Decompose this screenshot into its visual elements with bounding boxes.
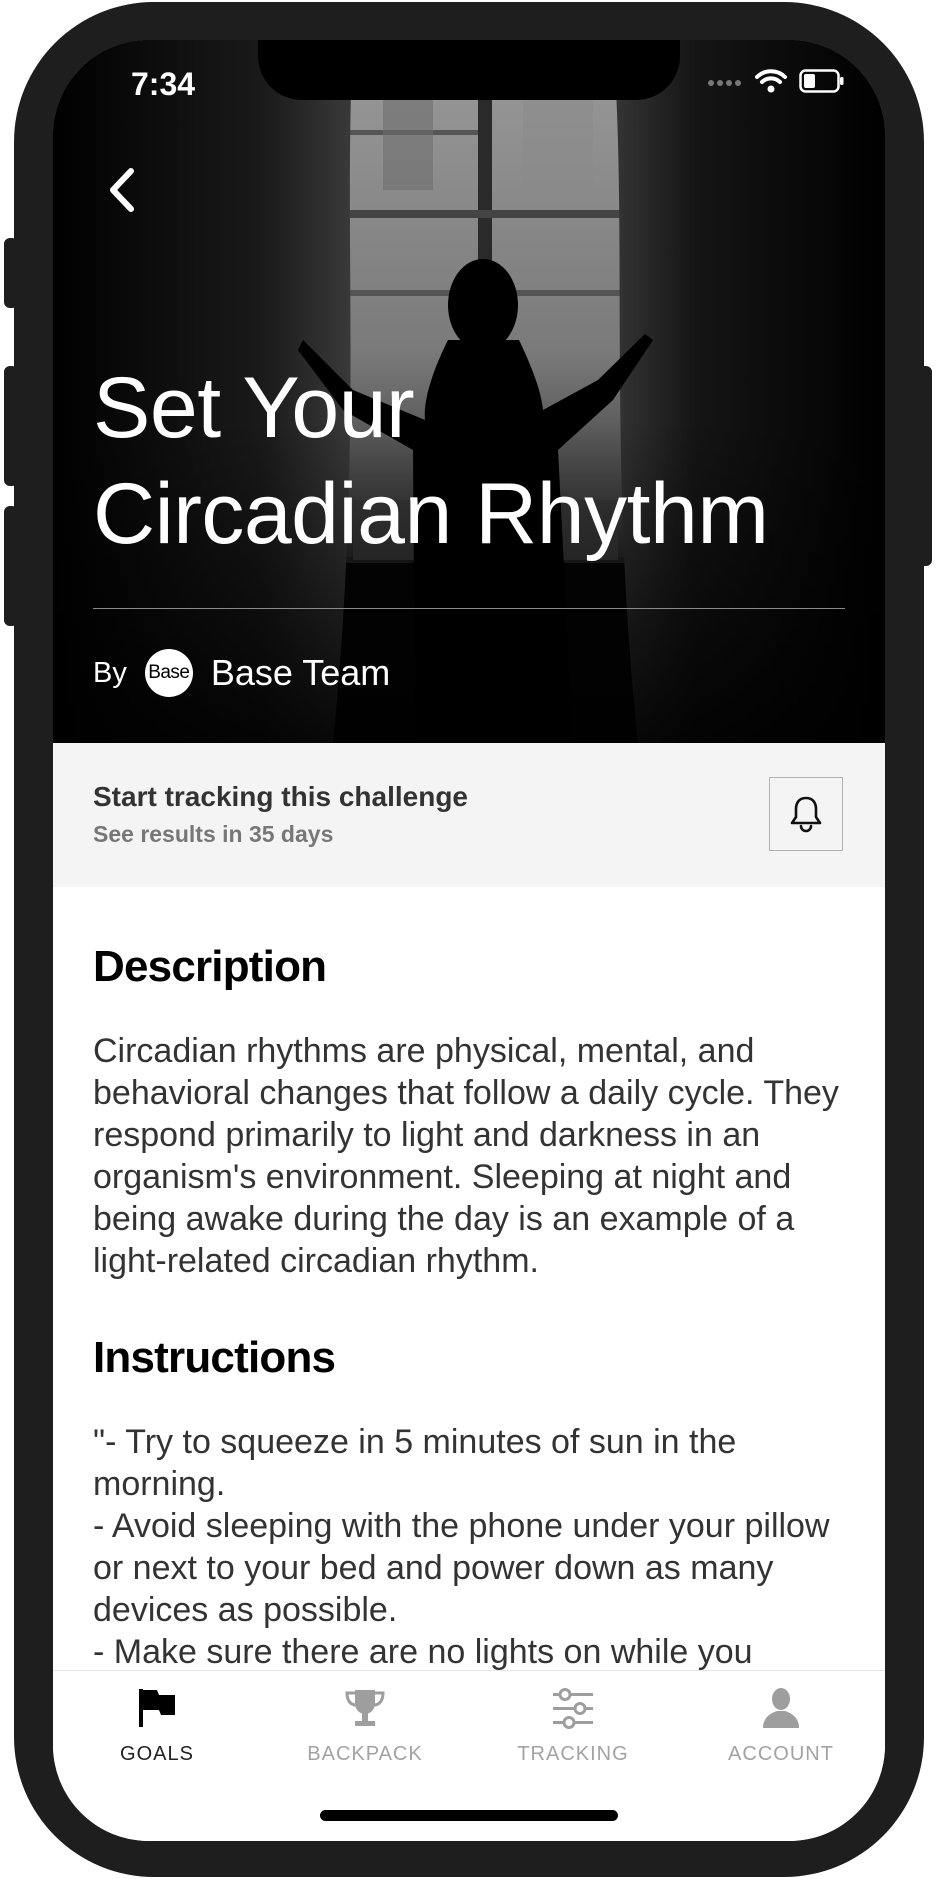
bell-icon: [790, 796, 822, 833]
author-name: Base Team: [210, 652, 391, 693]
nav-goals[interactable]: GOALS: [53, 1671, 261, 1791]
page-title: Set Your Circadian Rhythm: [93, 355, 853, 567]
description-body: Circadian rhythms are physical, mental, …: [93, 1032, 839, 1280]
divider: [93, 608, 845, 609]
hero-banner: 7:34 Set Your Circadian Rhythm By Base B…: [53, 40, 885, 743]
person-icon: [759, 1683, 803, 1733]
status-time: 7:34: [131, 66, 196, 102]
chevron-left-icon: [110, 168, 134, 212]
tracking-banner: Start tracking this challenge See result…: [53, 743, 885, 887]
nav-account[interactable]: ACCOUNT: [677, 1671, 885, 1791]
sliders-icon: [551, 1683, 595, 1733]
flag-icon: [135, 1683, 179, 1733]
instructions-body: "- Try to squeeze in 5 minutes of sun in…: [93, 1423, 830, 1671]
battery-icon: [799, 69, 845, 98]
nav-label: ACCOUNT: [728, 1743, 834, 1765]
wifi-icon: [755, 68, 787, 99]
nav-backpack[interactable]: BACKPACK: [261, 1671, 469, 1791]
tracking-subtitle: See results in 35 days: [93, 821, 334, 847]
tracking-title: Start tracking this challenge: [93, 781, 468, 812]
app-screen: 7:34 Set Your Circadian Rhythm By Base B…: [53, 40, 885, 1841]
title-line: Circadian Rhythm: [93, 466, 769, 562]
device-notch: [258, 40, 680, 100]
author-prefix: By: [93, 656, 127, 689]
status-icons: [707, 68, 845, 99]
back-button[interactable]: [91, 160, 151, 220]
home-indicator[interactable]: [320, 1810, 618, 1821]
notify-button[interactable]: [769, 777, 843, 851]
instructions-heading: Instructions: [93, 1333, 336, 1382]
nav-label: GOALS: [120, 1743, 194, 1765]
nav-label: TRACKING: [517, 1743, 629, 1765]
trophy-icon: [343, 1683, 387, 1733]
signal-icon: [707, 75, 743, 93]
nav-label: BACKPACK: [307, 1743, 423, 1765]
description-heading: Description: [93, 942, 327, 991]
title-line: Set Your: [93, 360, 415, 456]
nav-tracking[interactable]: TRACKING: [469, 1671, 677, 1791]
author-row: By Base Base Team: [93, 649, 390, 697]
avatar: Base: [144, 649, 193, 697]
